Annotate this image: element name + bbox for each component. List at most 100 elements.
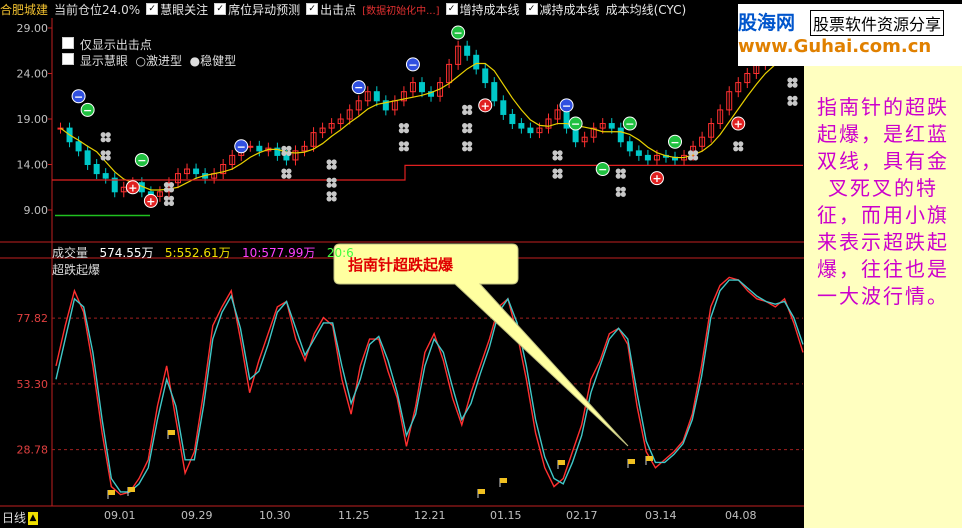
clover-icon: [792, 77, 798, 83]
checkbox-icon[interactable]: ✓: [445, 3, 458, 15]
clover-icon: [462, 109, 468, 115]
candle-body: [500, 100, 507, 115]
candle-body: [518, 123, 525, 129]
toggle-increase-cost[interactable]: ✓ 增持成本线: [445, 1, 520, 18]
clover-icon: [733, 146, 739, 152]
volume-ma10: 10:577.99万: [242, 246, 316, 260]
clover-icon: [403, 123, 410, 129]
candle-body: [626, 141, 633, 152]
indicator-tick-label: 77.82: [17, 312, 49, 325]
candle-body: [418, 82, 425, 93]
clover-icon: [398, 146, 405, 152]
clover-icon: [557, 168, 563, 174]
clover-icon: [620, 186, 626, 192]
clover-icon: [467, 128, 473, 134]
clover-icon: [286, 145, 292, 151]
clover-icon: [168, 195, 175, 201]
legend-show-eye[interactable]: 显示慧眼: [80, 54, 128, 68]
signal-marker-glyph: −: [83, 104, 92, 117]
clover-icon: [557, 150, 563, 156]
candle-body: [247, 145, 254, 148]
signal-marker-glyph: −: [237, 140, 246, 153]
toggle-eye-focus[interactable]: ✓ 慧眼关注: [146, 1, 208, 18]
candle-body: [608, 123, 615, 129]
legend-only-attack[interactable]: 仅显示出击点: [62, 36, 152, 53]
checkbox-icon[interactable]: ✓: [525, 3, 538, 15]
signal-marker-glyph: +: [128, 181, 137, 194]
price-tick-label: 9.00: [24, 204, 49, 217]
clover-icon: [326, 164, 332, 170]
toggle-decrease-cost[interactable]: ✓ 减持成本线: [525, 1, 600, 18]
clover-icon: [331, 177, 337, 183]
legend-row: 显示慧眼 ○激进型 ●稳健型: [62, 52, 236, 69]
checkbox-icon[interactable]: [62, 37, 74, 49]
toggle-seat-anomaly[interactable]: ✓ 席位异动预测: [214, 1, 300, 18]
date-label: 10.30: [259, 509, 291, 522]
clover-icon: [398, 123, 405, 129]
clover-icon: [552, 155, 558, 161]
clover-icon: [100, 132, 106, 138]
period-label: 日线: [2, 511, 27, 525]
date-label: 09.01: [104, 509, 136, 522]
candle-body: [473, 54, 480, 70]
clover-icon: [286, 173, 292, 179]
clover-icon: [105, 132, 111, 138]
candle-body: [644, 154, 651, 161]
signal-marker-glyph: −: [137, 154, 146, 167]
period-dropdown-icon[interactable]: ▲: [28, 512, 39, 525]
date-label: 11.25: [338, 509, 370, 522]
cost-ma-label[interactable]: 成本均线(CYC): [606, 1, 687, 18]
clover-icon: [692, 150, 699, 156]
flag-icon: [646, 456, 653, 461]
checkbox-icon[interactable]: ✓: [146, 3, 159, 15]
candle-body: [93, 164, 100, 175]
signal-marker-glyph: +: [652, 172, 661, 185]
clover-icon: [792, 95, 798, 101]
clover-icon: [105, 155, 111, 161]
flag-icon: [478, 489, 485, 494]
volume-readout: 成交量 574.55万 5:552.61万 10:577.99万 20:6: [52, 244, 354, 261]
clover-icon: [462, 128, 468, 134]
candle-body: [509, 113, 516, 125]
legend-stable[interactable]: 稳健型: [200, 54, 236, 68]
clover-icon: [168, 200, 175, 206]
stock-name[interactable]: 合肥城建: [0, 1, 48, 18]
toolbar-item-label: 增持成本线: [459, 2, 520, 17]
candle-body: [563, 109, 570, 129]
clover-icon: [792, 82, 798, 88]
date-label: 04.08: [725, 509, 757, 522]
clover-icon: [281, 145, 287, 151]
toolbar-item-label: 席位异动预测: [228, 2, 301, 17]
indicator-tick-label: 53.30: [17, 378, 49, 391]
checkbox-icon[interactable]: ✓: [306, 3, 319, 15]
clover-icon: [462, 146, 468, 152]
clover-icon: [105, 137, 111, 143]
callout-label: 指南针超跌起爆: [348, 256, 454, 274]
clover-icon: [331, 159, 337, 165]
radio-filled-icon[interactable]: ●: [190, 54, 200, 68]
clover-icon: [792, 100, 798, 106]
toolbar-item-label: 慧眼关注: [160, 2, 209, 17]
checkbox-icon[interactable]: [62, 53, 74, 65]
legend-aggressive[interactable]: 激进型: [146, 54, 182, 68]
clover-icon: [281, 168, 287, 174]
clover-icon: [163, 195, 170, 201]
clover-icon: [620, 173, 626, 179]
checkbox-icon[interactable]: ✓: [214, 3, 227, 15]
clover-icon: [403, 141, 410, 147]
flag-icon: [108, 490, 115, 495]
candle-body: [84, 150, 91, 166]
clover-icon: [467, 104, 473, 110]
clover-icon: [100, 150, 106, 156]
period-selector[interactable]: 日线 ▲: [2, 509, 39, 526]
radio-icon[interactable]: ○: [135, 54, 145, 68]
signal-marker-glyph: −: [598, 163, 607, 176]
date-label: 02.17: [566, 509, 598, 522]
toggle-attack-point[interactable]: ✓ 出击点: [306, 1, 356, 18]
clover-icon: [331, 196, 337, 202]
toolbar-item-label: 减持成本线: [539, 2, 600, 17]
clover-icon: [467, 123, 473, 129]
ma-line: [60, 51, 793, 191]
clover-icon: [552, 150, 558, 156]
candle-body: [527, 127, 534, 134]
